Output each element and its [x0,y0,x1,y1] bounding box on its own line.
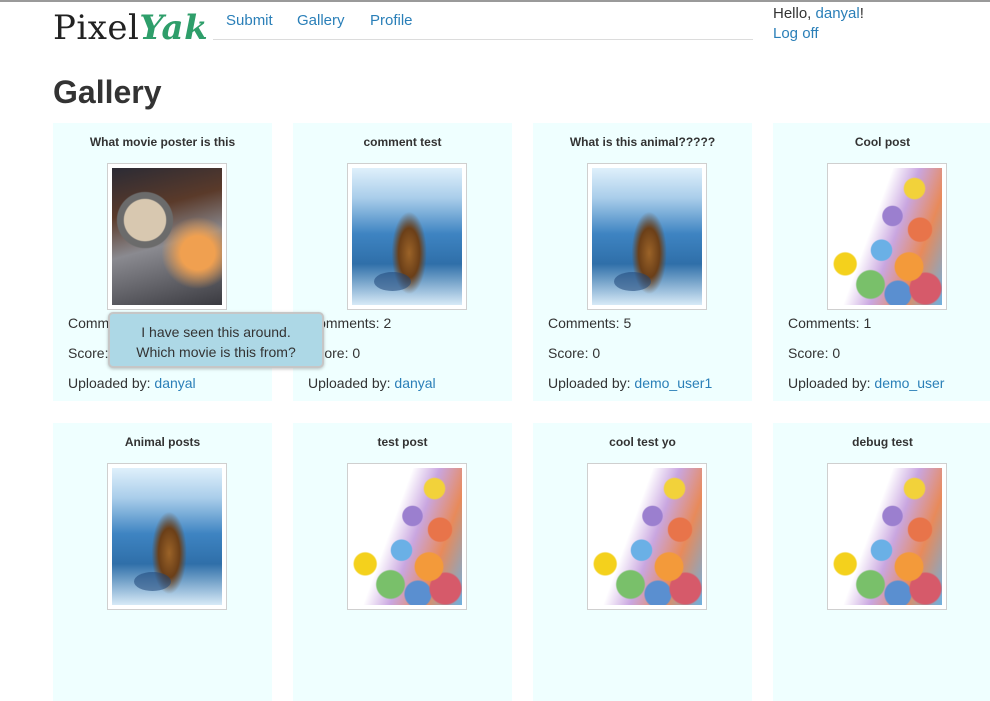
card-title[interactable]: Animal posts [53,435,272,449]
uploader-stat: Uploaded by: danyal [308,375,436,391]
comments-count: 1 [863,315,872,331]
greeting-line: Hello, danyal! [773,4,864,24]
card-title[interactable]: cool test yo [533,435,752,449]
user-box: Hello, danyal! Log off [773,4,864,44]
post-description-tooltip: I have seen this around. Which movie is … [108,312,324,368]
uploader-link[interactable]: danyal [394,375,435,391]
score-stat: Score: 0 [788,345,840,361]
movie-poster-image [112,168,222,305]
score-stat: Score: 0 [548,345,600,361]
uploader-link[interactable]: demo_user [874,375,944,391]
card-title[interactable]: debug test [773,435,990,449]
gallery-card: What is this animal????? Comments: 5 Sco… [533,123,752,401]
uploader-stat: Uploaded by: danyal [68,375,196,391]
comments-label: Comments: [548,315,624,331]
comments-stat: Comments: 1 [788,315,871,331]
main-nav: Submit Gallery Profile [213,0,753,40]
pokemon-collage-image [592,468,702,605]
nav-gallery[interactable]: Gallery [297,12,345,29]
card-thumbnail[interactable] [107,163,227,310]
comments-count: 2 [383,315,392,331]
score-label: Score: [68,345,109,361]
gallery-card: cool test yo [533,423,752,701]
score-value: 0 [832,345,841,361]
pokemon-collage-image [832,468,942,605]
pokemon-collage-image [832,168,942,305]
card-title[interactable]: What is this animal????? [533,135,752,149]
card-thumbnail[interactable] [587,163,707,310]
card-thumbnail[interactable] [827,463,947,610]
username-link[interactable]: danyal [816,5,860,22]
card-title[interactable]: comment test [293,135,512,149]
comments-stat: Comments: 5 [548,315,631,331]
gallery-card: comment test Comments: 2 Score: 0 Upload… [293,123,512,401]
card-title[interactable]: What movie poster is this [53,135,272,149]
uploader-stat: Uploaded by: demo_user [788,375,944,391]
card-thumbnail[interactable] [587,463,707,610]
gallery-card: debug test [773,423,990,701]
uploader-stat: Uploaded by: demo_user1 [548,375,712,391]
uploader-link[interactable]: demo_user1 [634,375,712,391]
score-label: Score: [548,345,593,361]
page-title: Gallery [53,74,162,110]
tiger-image [112,468,222,605]
card-thumbnail[interactable] [827,163,947,310]
uploaded-by-label: Uploaded by: [548,375,635,391]
gallery-card: Animal posts [53,423,272,701]
card-thumbnail[interactable] [347,463,467,610]
score-label: Score: [788,345,833,361]
card-thumbnail[interactable] [347,163,467,310]
comments-count: 5 [623,315,632,331]
card-title[interactable]: Cool post [773,135,990,149]
comments-label: Comments: [788,315,864,331]
pokemon-collage-image [352,468,462,605]
card-thumbnail[interactable] [107,463,227,610]
uploaded-by-label: Uploaded by: [788,375,875,391]
uploader-link[interactable]: danyal [154,375,195,391]
site-logo[interactable]: PixelYak [53,6,208,50]
card-title[interactable]: test post [293,435,512,449]
logoff-link[interactable]: Log off [773,25,819,42]
gallery-card: Cool post Comments: 1 Score: 0 Uploaded … [773,123,990,401]
gallery-card: test post [293,423,512,701]
score-value: 0 [352,345,361,361]
logo-yak: Yak [139,8,209,48]
tiger-image [352,168,462,305]
uploaded-by-label: Uploaded by: [68,375,155,391]
tiger-image [592,168,702,305]
uploaded-by-label: Uploaded by: [308,375,395,391]
nav-profile[interactable]: Profile [370,12,413,29]
nav-submit[interactable]: Submit [226,12,273,29]
score-stat: Score: [68,345,108,361]
score-value: 0 [592,345,601,361]
greeting-text: Hello, [773,5,816,22]
greeting-exclaim: ! [859,5,864,22]
logo-pixel: Pixel [53,8,140,48]
